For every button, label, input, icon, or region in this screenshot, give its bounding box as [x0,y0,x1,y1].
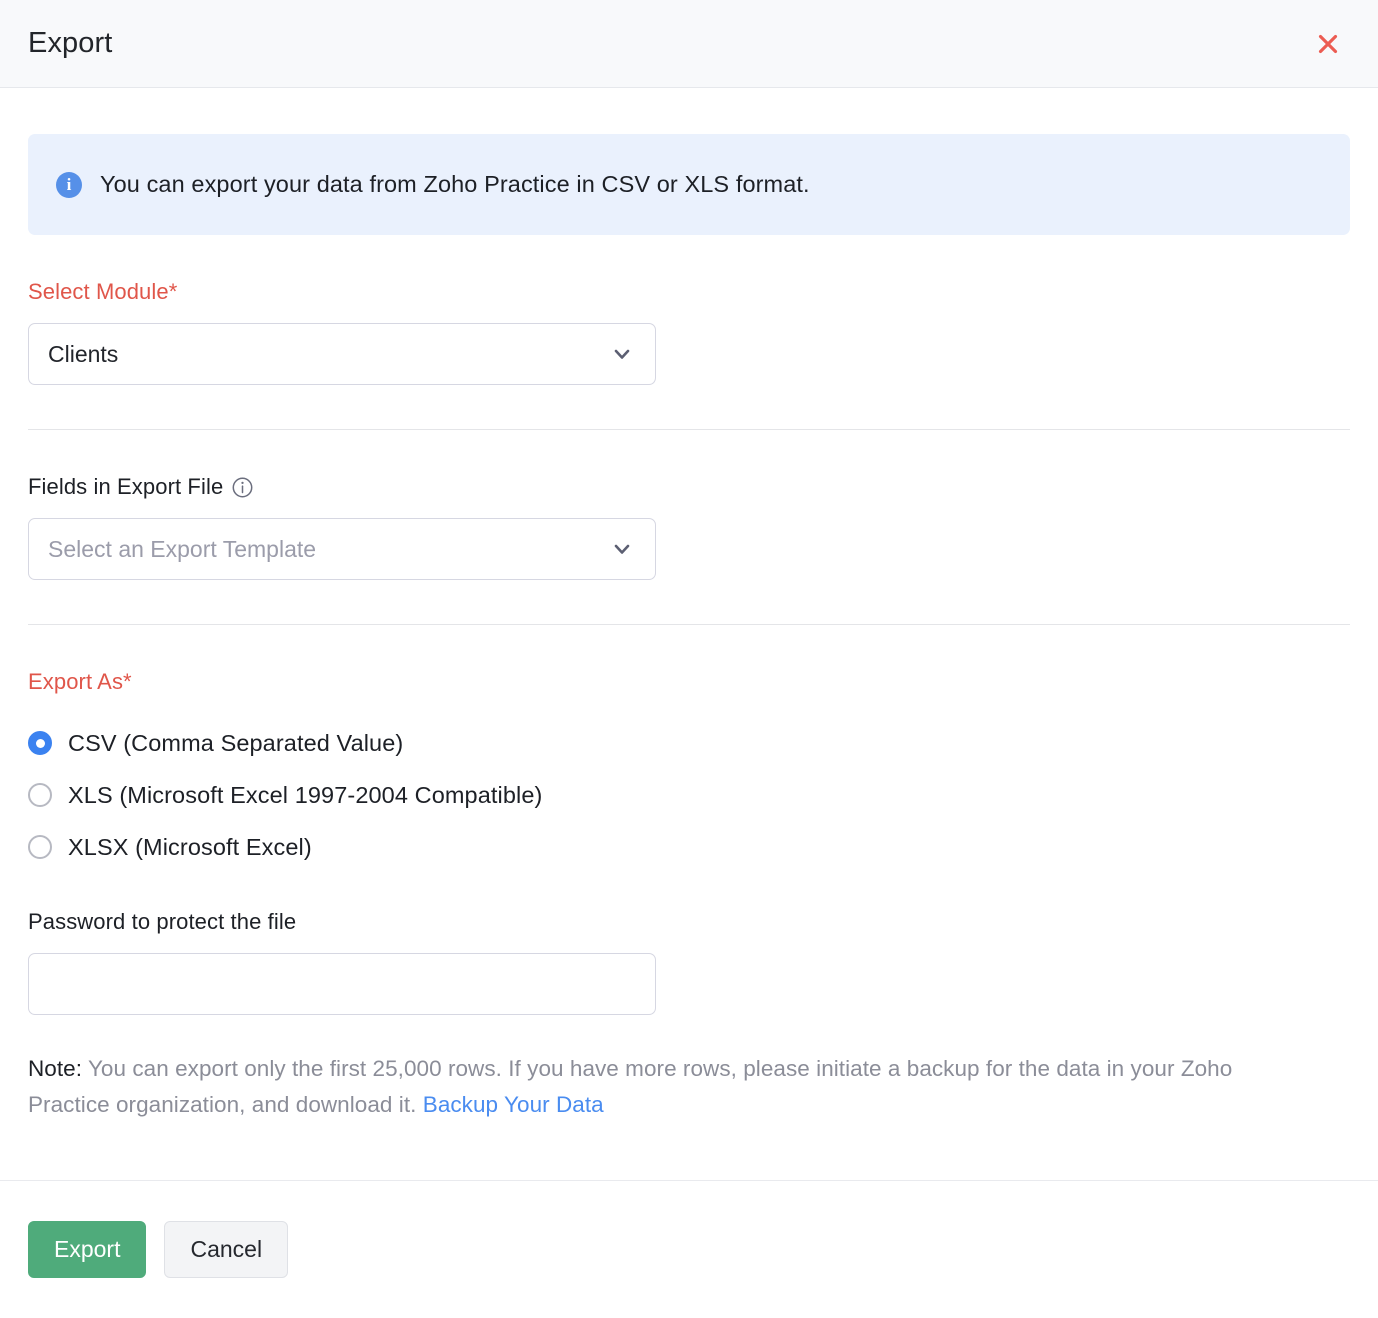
radio-option-csv[interactable]: CSV (Comma Separated Value) [28,717,1350,769]
note-text: Note: You can export only the first 25,0… [28,1051,1313,1123]
note-label: Note: [28,1056,82,1081]
page-title: Export [28,27,112,60]
export-as-radio-list: CSV (Comma Separated Value) XLS (Microso… [28,717,1350,873]
divider-2 [28,624,1350,625]
fields-in-export-label-text: Fields in Export File [28,474,223,500]
chevron-down-icon [611,538,633,560]
dialog-footer: Export Cancel [0,1180,1378,1318]
radio-label-csv: CSV (Comma Separated Value) [68,730,403,757]
password-group: Password to protect the file [28,909,1350,1015]
select-module-group: Select Module* Clients [28,279,1350,385]
select-module-value: Clients [48,341,118,368]
export-dialog: Export i You can export your data from Z… [0,0,1378,1318]
radio-option-xlsx[interactable]: XLSX (Microsoft Excel) [28,821,1350,873]
select-module-label: Select Module* [28,279,1350,305]
info-banner-text: You can export your data from Zoho Pract… [100,171,810,198]
close-button[interactable] [1308,24,1348,64]
fields-in-export-label: Fields in Export File [28,474,1350,500]
cancel-button[interactable]: Cancel [164,1221,288,1278]
export-as-label: Export As* [28,669,1350,695]
close-icon [1315,31,1341,57]
export-template-dropdown[interactable]: Select an Export Template [28,518,656,580]
radio-label-xlsx: XLSX (Microsoft Excel) [68,834,312,861]
backup-your-data-link[interactable]: Backup Your Data [423,1092,604,1117]
radio-icon [28,835,52,859]
info-outline-icon[interactable] [232,477,253,498]
dialog-header: Export [0,0,1378,88]
password-label: Password to protect the file [28,909,1350,935]
radio-icon [28,731,52,755]
radio-label-xls: XLS (Microsoft Excel 1997-2004 Compatibl… [68,782,542,809]
password-input[interactable] [28,953,656,1015]
export-button[interactable]: Export [28,1221,146,1278]
divider-1 [28,429,1350,430]
export-template-value: Select an Export Template [48,536,316,563]
info-banner: i You can export your data from Zoho Pra… [28,134,1350,235]
note-body: You can export only the first 25,000 row… [28,1056,1232,1117]
radio-option-xls[interactable]: XLS (Microsoft Excel 1997-2004 Compatibl… [28,769,1350,821]
radio-icon [28,783,52,807]
info-filled-icon: i [56,172,82,198]
chevron-down-icon [611,343,633,365]
fields-in-export-group: Fields in Export File Select an Export T… [28,474,1350,580]
export-as-group: Export As* CSV (Comma Separated Value) X… [28,669,1350,873]
select-module-dropdown[interactable]: Clients [28,323,656,385]
dialog-body: i You can export your data from Zoho Pra… [0,88,1378,1180]
